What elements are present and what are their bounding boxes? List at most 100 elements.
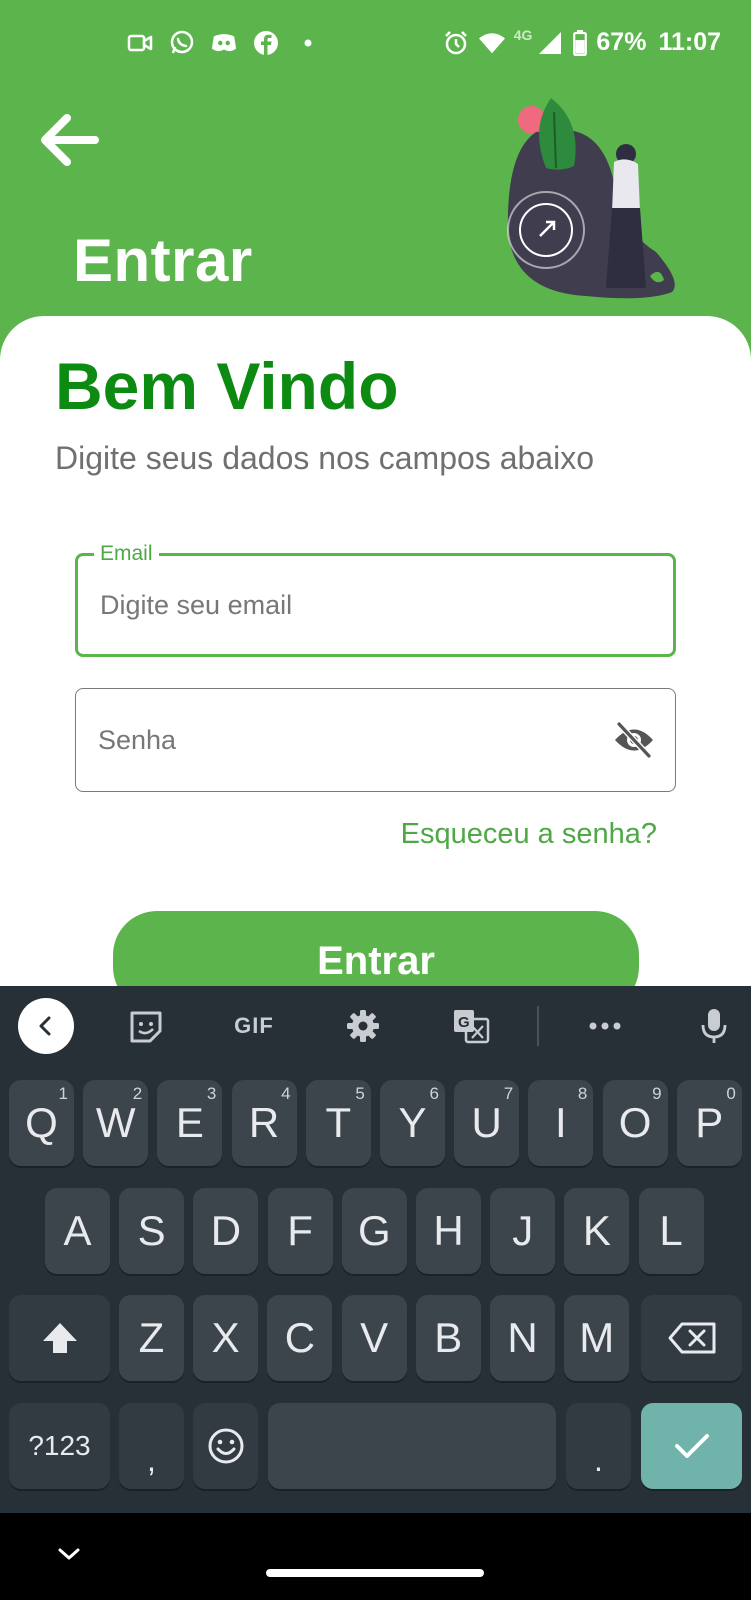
key-b-label: B: [434, 1314, 463, 1361]
key-i[interactable]: I8: [528, 1080, 594, 1166]
signal-icon: [536, 29, 564, 57]
key-y-hint: 6: [429, 1084, 439, 1103]
key-w-label: W: [95, 1099, 136, 1146]
key-h[interactable]: H: [416, 1188, 481, 1274]
clock: 11:07: [658, 28, 721, 56]
gif-label: GIF: [234, 1013, 274, 1038]
svg-text:G: G: [458, 1014, 470, 1031]
navigation-bar: [0, 1513, 751, 1600]
more-icon[interactable]: [577, 998, 633, 1054]
email-input[interactable]: [100, 556, 600, 654]
translate-icon[interactable]: G: [443, 998, 499, 1054]
key-n[interactable]: N: [490, 1295, 555, 1381]
period-key[interactable]: .: [566, 1403, 631, 1489]
key-y[interactable]: Y6: [380, 1080, 445, 1166]
key-p-label: P: [695, 1099, 724, 1146]
key-b[interactable]: B: [415, 1295, 481, 1381]
gear-icon[interactable]: [335, 998, 391, 1054]
key-s[interactable]: S: [119, 1188, 185, 1274]
key-z[interactable]: Z: [119, 1295, 184, 1381]
key-e-label: E: [175, 1099, 204, 1146]
key-j[interactable]: J: [490, 1188, 556, 1274]
battery-percent: 67%: [596, 28, 647, 56]
toolbar-divider: [537, 1006, 539, 1046]
back-button[interactable]: [34, 108, 104, 172]
alarm-icon: [442, 29, 470, 57]
key-u[interactable]: U7: [454, 1080, 520, 1166]
email-field[interactable]: Email: [75, 541, 676, 657]
backspace-key[interactable]: [641, 1295, 742, 1381]
password-input[interactable]: [98, 689, 598, 791]
network-type: 4G: [513, 26, 533, 43]
key-v-label: V: [360, 1314, 389, 1361]
backspace-icon: [668, 1322, 715, 1354]
key-a[interactable]: A: [45, 1188, 110, 1274]
key-w[interactable]: W2: [83, 1080, 149, 1166]
eye-off-icon[interactable]: [613, 721, 655, 759]
chevron-down-icon[interactable]: [52, 1537, 86, 1571]
dot-icon: [295, 30, 321, 56]
key-v[interactable]: V: [341, 1295, 407, 1381]
notification-icons: [127, 30, 321, 56]
system-icons: 4G 67% 11:07: [442, 26, 721, 57]
key-o[interactable]: O9: [602, 1080, 668, 1166]
emoji-key[interactable]: [193, 1403, 258, 1489]
key-d-label: D: [210, 1207, 242, 1254]
header-illustration: [507, 98, 675, 299]
key-g-label: G: [357, 1207, 391, 1254]
key-t[interactable]: T5: [305, 1080, 371, 1166]
whatsapp-icon: [169, 30, 195, 56]
page-title: Entrar: [73, 227, 253, 294]
key-p[interactable]: P0: [676, 1080, 742, 1166]
mic-icon[interactable]: [686, 998, 742, 1054]
discord-icon: [211, 30, 237, 56]
key-l[interactable]: L: [638, 1188, 704, 1274]
symbols-key[interactable]: ?123: [9, 1403, 110, 1489]
key-s-label: S: [137, 1207, 166, 1254]
shift-key[interactable]: [9, 1295, 110, 1381]
enter-key[interactable]: [641, 1403, 742, 1489]
key-q[interactable]: Q1: [9, 1080, 74, 1166]
key-d[interactable]: D: [193, 1188, 259, 1274]
key-c-label: C: [284, 1314, 316, 1361]
key-m[interactable]: M: [564, 1295, 630, 1381]
emoji-icon: [208, 1428, 243, 1464]
gif-icon[interactable]: GIF: [226, 998, 282, 1054]
key-f[interactable]: F: [267, 1188, 333, 1274]
key-k[interactable]: K: [564, 1188, 630, 1274]
key-r[interactable]: R4: [231, 1080, 297, 1166]
key-m-label: M: [579, 1314, 615, 1361]
key-x-label: X: [211, 1314, 240, 1361]
key-o-label: O: [618, 1099, 652, 1146]
shift-icon: [42, 1323, 77, 1353]
welcome-subtitle: Digite seus dados nos campos abaixo: [55, 440, 594, 476]
sticker-icon[interactable]: [118, 998, 174, 1054]
check-icon: [674, 1434, 709, 1458]
comma-key[interactable]: ,: [119, 1403, 184, 1489]
key-u-hint: 7: [503, 1084, 514, 1103]
key-r-label: R: [248, 1099, 280, 1146]
key-q-hint: 1: [58, 1084, 68, 1103]
key-l-label: L: [659, 1207, 683, 1254]
key-c[interactable]: C: [267, 1295, 333, 1381]
key-t-hint: 5: [355, 1084, 365, 1103]
key-g[interactable]: G: [341, 1188, 407, 1274]
key-n-label: N: [507, 1314, 538, 1361]
key-u-label: U: [471, 1099, 502, 1146]
key-o-hint: 9: [652, 1084, 662, 1103]
space-key[interactable]: [268, 1403, 556, 1489]
forgot-password-link[interactable]: Esqueceu a senha?: [401, 818, 657, 851]
key-x[interactable]: X: [193, 1295, 259, 1381]
wifi-icon: [478, 29, 506, 57]
chevron-left-icon[interactable]: [18, 998, 74, 1054]
key-i-label: I: [555, 1099, 567, 1146]
key-e[interactable]: E3: [157, 1080, 223, 1166]
key-q-label: Q: [25, 1099, 58, 1146]
key-f-label: F: [287, 1207, 313, 1254]
welcome-heading: Bem Vindo: [55, 349, 399, 423]
password-field[interactable]: [75, 688, 676, 792]
symbols-key-label: ?123: [28, 1430, 91, 1461]
battery-icon: [572, 29, 588, 57]
key-y-label: Y: [398, 1099, 427, 1146]
home-gesture-pill[interactable]: [266, 1569, 484, 1577]
